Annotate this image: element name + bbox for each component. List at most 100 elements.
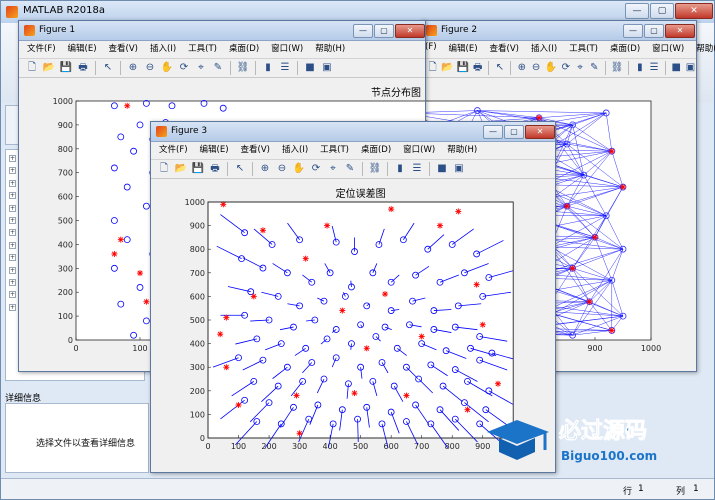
data-cursor-icon[interactable]: ⌖ <box>574 61 585 75</box>
tree-expand-marker[interactable]: + <box>9 155 16 162</box>
new-icon[interactable]: 🗋 <box>25 61 39 75</box>
tree-expand-marker[interactable]: + <box>9 241 16 249</box>
menu-item[interactable]: 编辑(E) <box>68 42 97 58</box>
grid-icon[interactable]: ■ <box>671 61 682 75</box>
tree-expand-marker[interactable]: + <box>9 179 16 187</box>
tree-expand-marker[interactable]: + <box>9 192 16 200</box>
data-cursor-icon[interactable]: ⌖ <box>326 162 340 176</box>
data-cursor-icon[interactable]: ⌖ <box>194 61 208 75</box>
menu-item[interactable]: 插入(I) <box>531 42 557 58</box>
rotate-icon[interactable]: ⟳ <box>309 162 323 176</box>
zoom-in-icon[interactable]: ⊕ <box>126 61 140 75</box>
brush-icon[interactable]: ✎ <box>589 61 600 75</box>
open-icon[interactable]: 📂 <box>441 61 453 75</box>
menu-item[interactable]: 文件(F) <box>159 143 188 159</box>
plot-tools-icon[interactable]: ▣ <box>452 162 466 176</box>
new-icon[interactable]: 🗋 <box>427 61 438 75</box>
menu-item[interactable]: 查看(V) <box>490 42 519 58</box>
minimize-button[interactable]: — <box>625 3 649 19</box>
pointer-icon[interactable]: ↖ <box>233 162 247 176</box>
tree-expand-marker[interactable]: + <box>9 279 16 286</box>
colorbar-icon[interactable]: ▮ <box>393 162 407 176</box>
menu-item[interactable]: 窗口(W) <box>403 143 435 159</box>
link-icon[interactable]: ⛓ <box>236 61 250 75</box>
save-icon[interactable]: 💾 <box>457 61 469 75</box>
print-icon[interactable]: 🖶 <box>76 61 90 75</box>
fig1-maximize-button[interactable]: ▢ <box>374 24 394 38</box>
menu-item[interactable]: 桌面(D) <box>610 42 640 58</box>
menu-item[interactable]: 查看(V) <box>241 143 270 159</box>
menu-item[interactable]: 工具(T) <box>320 143 349 159</box>
tree-expand-marker[interactable]: + <box>9 303 16 311</box>
tree-expand-marker[interactable]: + <box>9 167 16 175</box>
menu-item[interactable]: (F) <box>425 42 437 58</box>
plot-tools-icon[interactable]: ▣ <box>320 61 334 75</box>
legend-icon[interactable]: ☰ <box>410 162 424 176</box>
zoom-out-icon[interactable]: ⊖ <box>143 61 157 75</box>
rotate-icon[interactable]: ⟳ <box>177 61 191 75</box>
grid-icon[interactable]: ■ <box>435 162 449 176</box>
menu-item[interactable]: 帮助(H) <box>315 42 345 58</box>
fig3-minimize-button[interactable]: — <box>483 125 503 139</box>
tree-expand-marker[interactable]: + <box>9 229 16 237</box>
fig2-minimize-button[interactable]: — <box>623 24 643 38</box>
rotate-icon[interactable]: ⟳ <box>560 61 571 75</box>
maximize-button[interactable]: ▢ <box>650 3 674 19</box>
fig3-close-button[interactable]: ✕ <box>525 125 555 139</box>
open-icon[interactable]: 📂 <box>174 162 188 176</box>
zoom-out-icon[interactable]: ⊖ <box>275 162 289 176</box>
close-button[interactable]: ✕ <box>675 3 713 19</box>
pointer-icon[interactable]: ↖ <box>101 61 115 75</box>
new-icon[interactable]: 🗋 <box>157 162 171 176</box>
save-icon[interactable]: 💾 <box>59 61 73 75</box>
save-icon[interactable]: 💾 <box>191 162 205 176</box>
brush-icon[interactable]: ✎ <box>211 61 225 75</box>
fig3-maximize-button[interactable]: ▢ <box>504 125 524 139</box>
figure-1-title-bar[interactable]: Figure 1 — ▢ ✕ <box>19 21 425 41</box>
plot-tools-icon[interactable]: ▣ <box>685 61 696 75</box>
menu-item[interactable]: 文件(F) <box>27 42 56 58</box>
grid-icon[interactable]: ■ <box>303 61 317 75</box>
brush-icon[interactable]: ✎ <box>343 162 357 176</box>
print-icon[interactable]: 🖶 <box>472 61 483 75</box>
fig2-maximize-button[interactable]: ▢ <box>644 24 664 38</box>
pointer-icon[interactable]: ↖ <box>494 61 505 75</box>
menu-item[interactable]: 窗口(W) <box>652 42 684 58</box>
pan-icon[interactable]: ✋ <box>545 61 557 75</box>
menu-item[interactable]: 查看(V) <box>109 42 138 58</box>
menu-item[interactable]: 工具(T) <box>569 42 598 58</box>
colorbar-icon[interactable]: ▮ <box>634 61 645 75</box>
menu-item[interactable]: 编辑(E) <box>449 42 478 58</box>
zoom-in-icon[interactable]: ⊕ <box>258 162 272 176</box>
link-icon[interactable]: ⛓ <box>368 162 382 176</box>
menu-item[interactable]: 插入(I) <box>150 42 176 58</box>
menu-item[interactable]: 窗口(W) <box>271 42 303 58</box>
tree-expand-marker[interactable]: + <box>9 291 16 299</box>
legend-icon[interactable]: ☰ <box>278 61 292 75</box>
menu-item[interactable]: 插入(I) <box>282 143 308 159</box>
fig1-close-button[interactable]: ✕ <box>395 24 425 38</box>
tree-expand-marker[interactable]: + <box>9 266 16 274</box>
link-icon[interactable]: ⛓ <box>611 61 624 75</box>
pan-icon[interactable]: ✋ <box>160 61 174 75</box>
zoom-out-icon[interactable]: ⊖ <box>531 61 542 75</box>
figure-3-title-bar[interactable]: Figure 3 — ▢ ✕ <box>151 122 555 142</box>
tree-expand-marker[interactable]: + <box>9 204 16 212</box>
menu-item[interactable]: 工具(T) <box>188 42 217 58</box>
fig1-minimize-button[interactable]: — <box>353 24 373 38</box>
menu-item[interactable]: 编辑(E) <box>200 143 229 159</box>
fig2-close-button[interactable]: ✕ <box>665 24 695 38</box>
menu-item[interactable]: 桌面(D) <box>361 143 391 159</box>
colorbar-icon[interactable]: ▮ <box>261 61 275 75</box>
menu-item[interactable]: 桌面(D) <box>229 42 259 58</box>
figure-2-title-bar[interactable]: Figure 2 — ▢ ✕ <box>421 21 696 41</box>
print-icon[interactable]: 🖶 <box>208 162 222 176</box>
pan-icon[interactable]: ✋ <box>292 162 306 176</box>
open-icon[interactable]: 📂 <box>42 61 56 75</box>
tree-expand-marker[interactable]: + <box>9 217 16 224</box>
zoom-in-icon[interactable]: ⊕ <box>516 61 527 75</box>
legend-icon[interactable]: ☰ <box>649 61 660 75</box>
menu-item[interactable]: 帮助(H) <box>447 143 477 159</box>
menu-item[interactable]: 帮助(H) <box>696 42 715 58</box>
tree-expand-marker[interactable]: + <box>9 254 16 262</box>
